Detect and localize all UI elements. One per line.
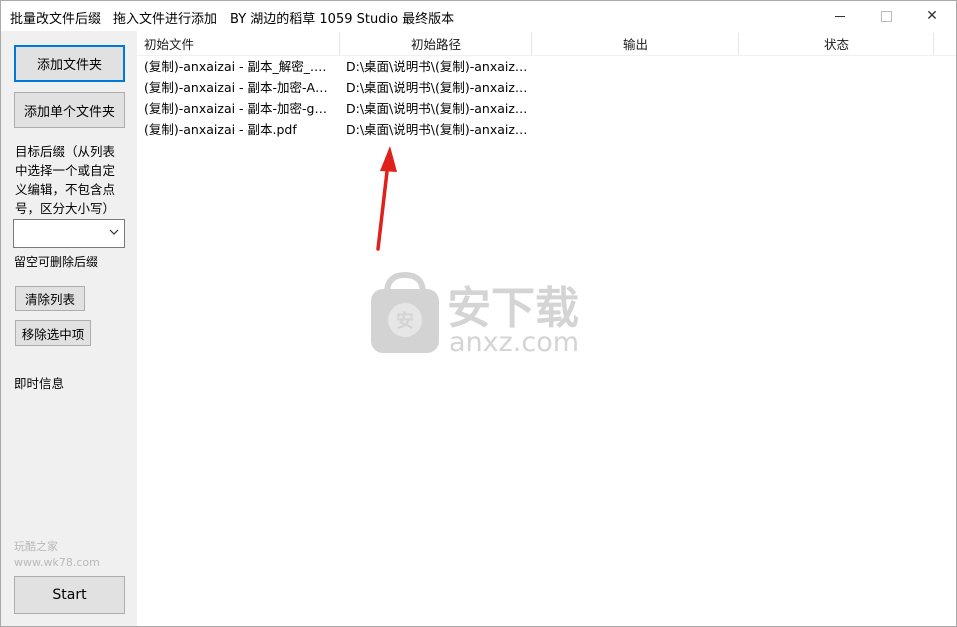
watermark-wk78-name: 玩酷之家 — [14, 540, 58, 553]
minimize-icon — [835, 15, 845, 17]
column-header-status[interactable]: 状态 — [824, 31, 849, 55]
annotation-arrow-icon — [376, 146, 397, 251]
clear-list-button[interactable]: 清除列表 — [15, 286, 85, 311]
column-header-initial-path[interactable]: 初始路径 — [411, 31, 461, 55]
start-button[interactable]: Start — [14, 576, 125, 614]
table-row[interactable]: (复制)-anxaizai - 副本.pdf D:\桌面\说明书\(复制)-an… — [137, 119, 956, 140]
watermark-wk78: 玩酷之家 www.wk78.com — [14, 539, 100, 571]
row-file-cell: (复制)-anxaizai - 副本-加密-ABC... — [144, 80, 334, 95]
minimize-button[interactable] — [817, 1, 863, 31]
watermark-logo: 安 安下载 anxz.com — [371, 271, 579, 358]
drag-hint-title: 拖入文件进行添加 — [113, 12, 218, 27]
suffix-combobox[interactable] — [13, 219, 125, 248]
logo-badge-text: 安 — [396, 310, 414, 332]
instant-info-label: 即时信息 — [14, 376, 65, 391]
column-header-output[interactable]: 输出 — [623, 31, 648, 55]
row-file-cell: (复制)-anxaizai - 副本-加密-gwxK... — [144, 101, 334, 116]
row-path-cell: D:\桌面\说明书\(复制)-anxaizai... — [346, 122, 528, 137]
add-folder-button[interactable]: 添加文件夹 — [14, 45, 125, 82]
table-row[interactable]: (复制)-anxaizai - 副本-加密-gwxK... D:\桌面\说明书\… — [137, 98, 956, 119]
row-file-cell: (复制)-anxaizai - 副本.pdf — [144, 122, 297, 137]
title-bar[interactable]: 批量改文件后缀 拖入文件进行添加 BY 湖边的稻草 1059 Studio 最终… — [1, 1, 956, 31]
column-divider[interactable] — [933, 33, 934, 55]
left-panel: 添加文件夹 添加单个文件夹 目标后缀（从列表中选择一个或自定义编辑，不包含点号，… — [1, 31, 136, 626]
close-icon: ✕ — [926, 8, 938, 24]
row-path-cell: D:\桌面\说明书\(复制)-anxaizai... — [346, 101, 528, 116]
shopping-bag-icon: 安 — [371, 271, 439, 353]
remove-selected-button[interactable]: 移除选中项 — [15, 320, 91, 346]
row-path-cell: D:\桌面\说明书\(复制)-anxaizai... — [346, 59, 528, 74]
close-button[interactable]: ✕ — [909, 1, 955, 31]
maximize-icon — [880, 10, 892, 22]
list-header: 初始文件 初始路径 输出 状态 — [137, 31, 956, 56]
target-suffix-label: 目标后缀（从列表中选择一个或自定义编辑，不包含点号，区分大小写） — [15, 144, 116, 216]
row-path-cell: D:\桌面\说明书\(复制)-anxaizai... — [346, 80, 528, 95]
window-title: 批量改文件后缀 — [10, 12, 102, 27]
column-divider[interactable] — [531, 33, 532, 55]
column-divider[interactable] — [339, 33, 340, 55]
logo-en-text: anxz.com — [449, 327, 579, 358]
app-window: 批量改文件后缀 拖入文件进行添加 BY 湖边的稻草 1059 Studio 最终… — [0, 0, 957, 627]
row-file-cell: (复制)-anxaizai - 副本_解密_.pdf — [144, 59, 334, 74]
chevron-down-icon — [109, 229, 119, 235]
author-title: BY 湖边的稻草 1059 Studio 最终版本 — [230, 12, 455, 27]
maximize-button[interactable] — [863, 1, 909, 31]
table-row[interactable]: (复制)-anxaizai - 副本_解密_.pdf D:\桌面\说明书\(复制… — [137, 56, 956, 77]
add-file-button[interactable]: 添加单个文件夹 — [14, 92, 125, 128]
empty-suffix-hint: 留空可删除后缀 — [14, 255, 99, 269]
watermark-wk78-url: www.wk78.com — [14, 556, 100, 569]
table-row[interactable]: (复制)-anxaizai - 副本-加密-ABC... D:\桌面\说明书\(… — [137, 77, 956, 98]
column-divider[interactable] — [738, 33, 739, 55]
column-header-initial-file[interactable]: 初始文件 — [144, 31, 194, 55]
